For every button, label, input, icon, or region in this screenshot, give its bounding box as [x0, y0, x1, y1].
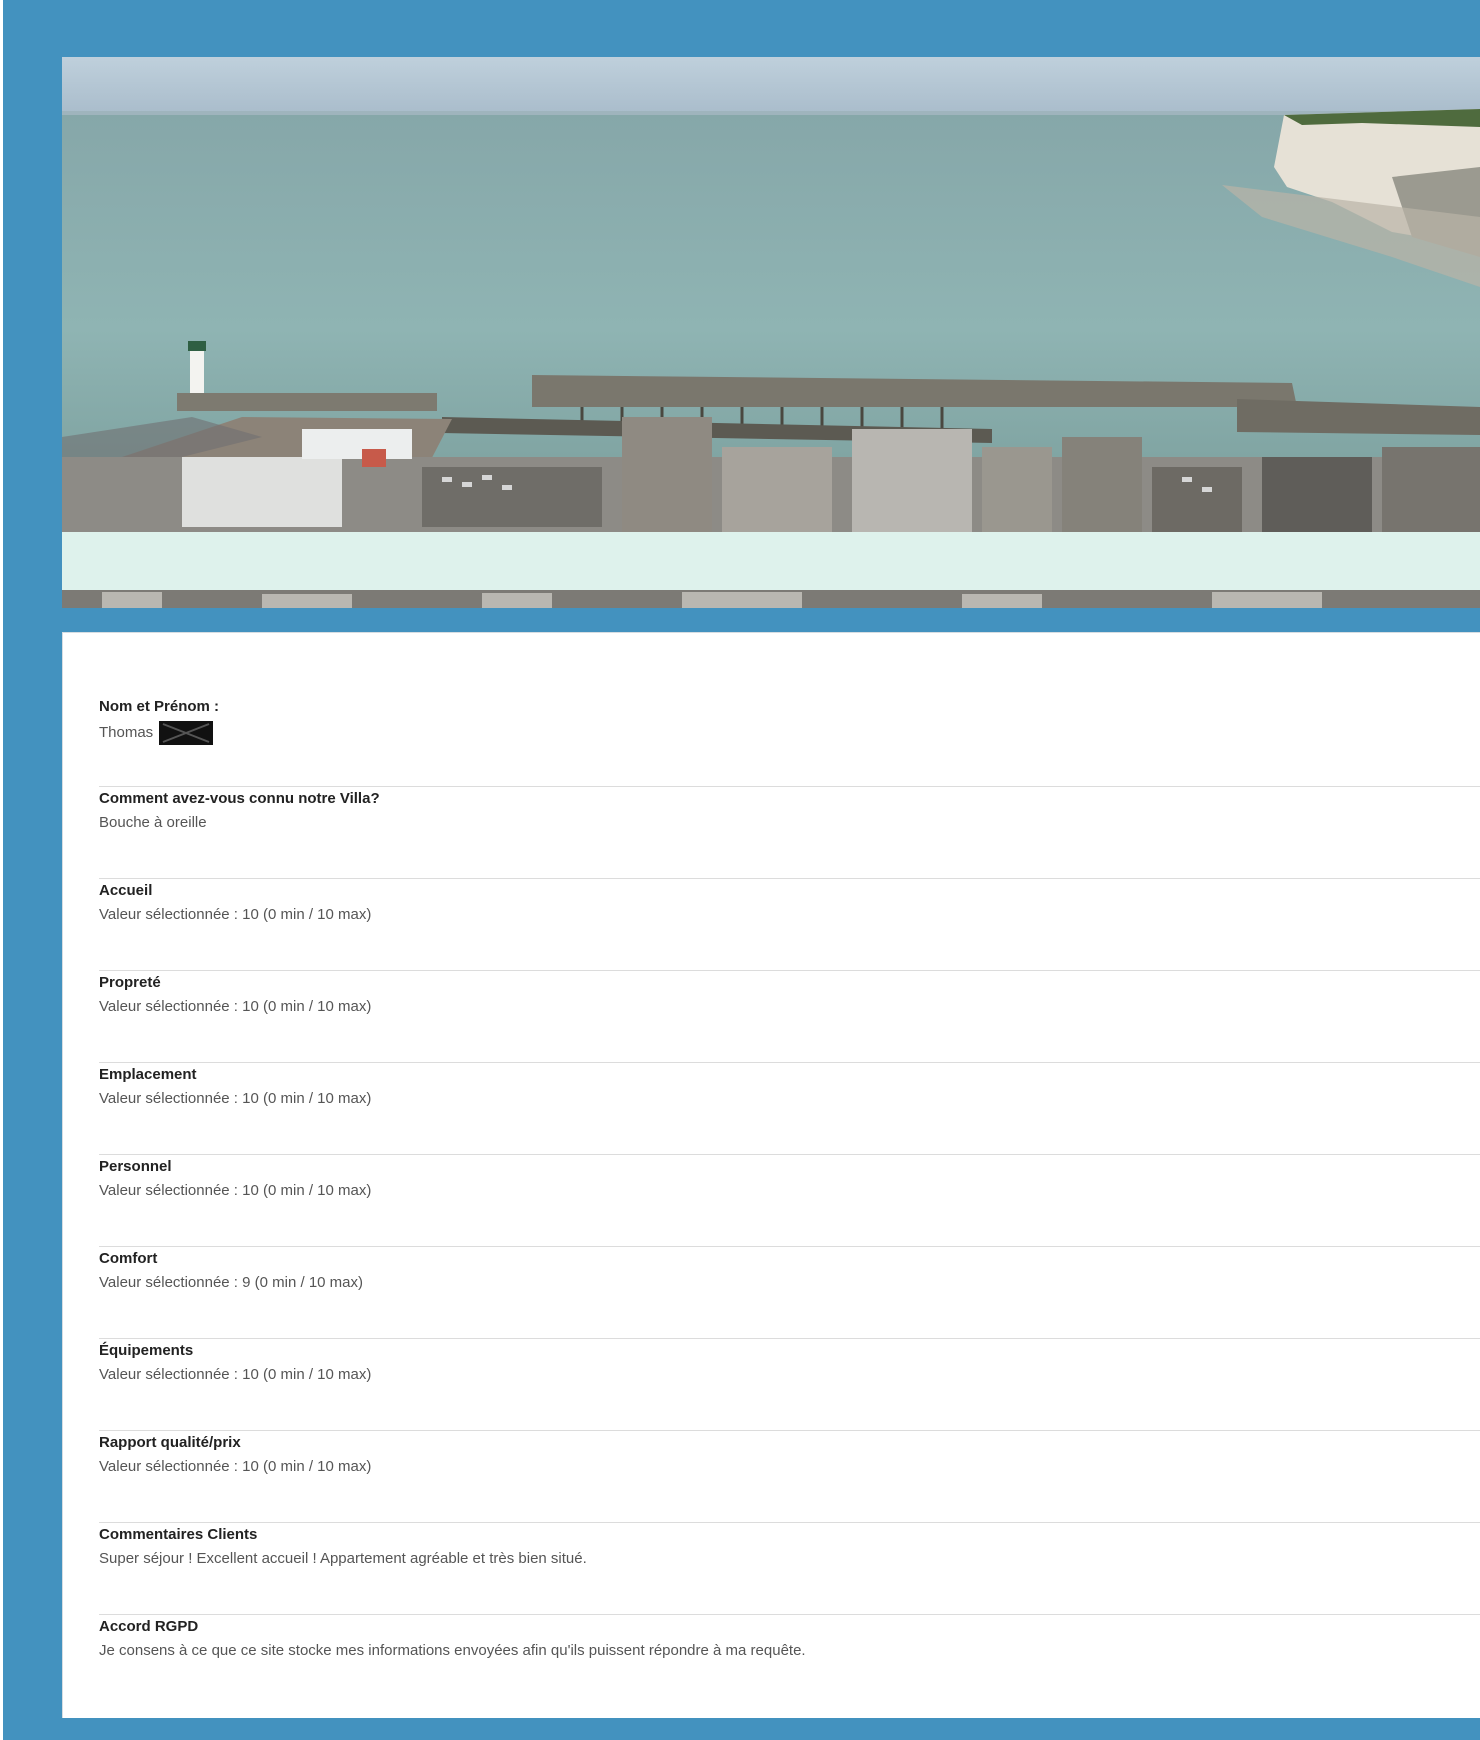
header-photo: [62, 57, 1480, 608]
entry-label: Nom et Prénom :: [99, 698, 220, 715]
entry-proprete: Propreté Valeur sélectionnée : 10 (0 min…: [99, 971, 1480, 1063]
entry-label: Personnel: [99, 1158, 172, 1175]
entry-personnel: Personnel Valeur sélectionnée : 10 (0 mi…: [99, 1155, 1480, 1247]
entry-label: Accord RGPD: [99, 1618, 199, 1635]
entry-nom-prenom: Nom et Prénom : Thomas: [99, 695, 1480, 787]
entry-label: Rapport qualité/prix: [99, 1434, 241, 1451]
entry-value: Super séjour ! Excellent accueil ! Appar…: [99, 1550, 587, 1567]
entry-label: Accueil: [99, 882, 153, 899]
header-band: [62, 532, 1480, 590]
entry-accord-rgpd: Accord RGPD Je consens à ce que ce site …: [99, 1615, 1480, 1707]
entry-value: Bouche à oreille: [99, 814, 207, 831]
entry-commentaires: Commentaires Clients Super séjour ! Exce…: [99, 1523, 1480, 1615]
entry-comfort: Comfort Valeur sélectionnée : 9 (0 min /…: [99, 1247, 1480, 1339]
entry-value: Thomas: [99, 724, 154, 741]
entry-label: Commentaires Clients: [99, 1526, 258, 1543]
entry-value: Valeur sélectionnée : 10 (0 min / 10 max…: [99, 1366, 372, 1383]
entry-label: Comment avez-vous connu notre Villa?: [99, 790, 380, 807]
entry-value: Valeur sélectionnée : 10 (0 min / 10 max…: [99, 1182, 372, 1199]
entry-label: Emplacement: [99, 1066, 197, 1083]
entry-label: Équipements: [99, 1342, 194, 1359]
page-edge: [0, 0, 3, 1740]
coastal-harbor-photo: [62, 57, 1480, 608]
submission-card: Nom et Prénom : Thomas Comment avez-vous…: [62, 632, 1480, 1718]
entry-value: Je consens à ce que ce site stocke mes i…: [99, 1642, 806, 1659]
entry-source: Comment avez-vous connu notre Villa? Bou…: [99, 787, 1480, 879]
entry-accueil: Accueil Valeur sélectionnée : 10 (0 min …: [99, 879, 1480, 971]
entry-value: Valeur sélectionnée : 10 (0 min / 10 max…: [99, 998, 372, 1015]
entry-value: Valeur sélectionnée : 10 (0 min / 10 max…: [99, 906, 372, 923]
entry-value: Valeur sélectionnée : 9 (0 min / 10 max): [99, 1274, 364, 1291]
form-entries-list: Nom et Prénom : Thomas Comment avez-vous…: [99, 695, 1480, 1707]
entry-label: Comfort: [99, 1250, 158, 1267]
redacted-name-icon: [159, 721, 214, 745]
entry-emplacement: Emplacement Valeur sélectionnée : 10 (0 …: [99, 1063, 1480, 1155]
entry-equipements: Équipements Valeur sélectionnée : 10 (0 …: [99, 1339, 1480, 1431]
entry-label: Propreté: [99, 974, 161, 991]
entry-rapport-qualite-prix: Rapport qualité/prix Valeur sélectionnée…: [99, 1431, 1480, 1523]
entry-value: Valeur sélectionnée : 10 (0 min / 10 max…: [99, 1090, 372, 1107]
entry-value: Valeur sélectionnée : 10 (0 min / 10 max…: [99, 1458, 372, 1475]
